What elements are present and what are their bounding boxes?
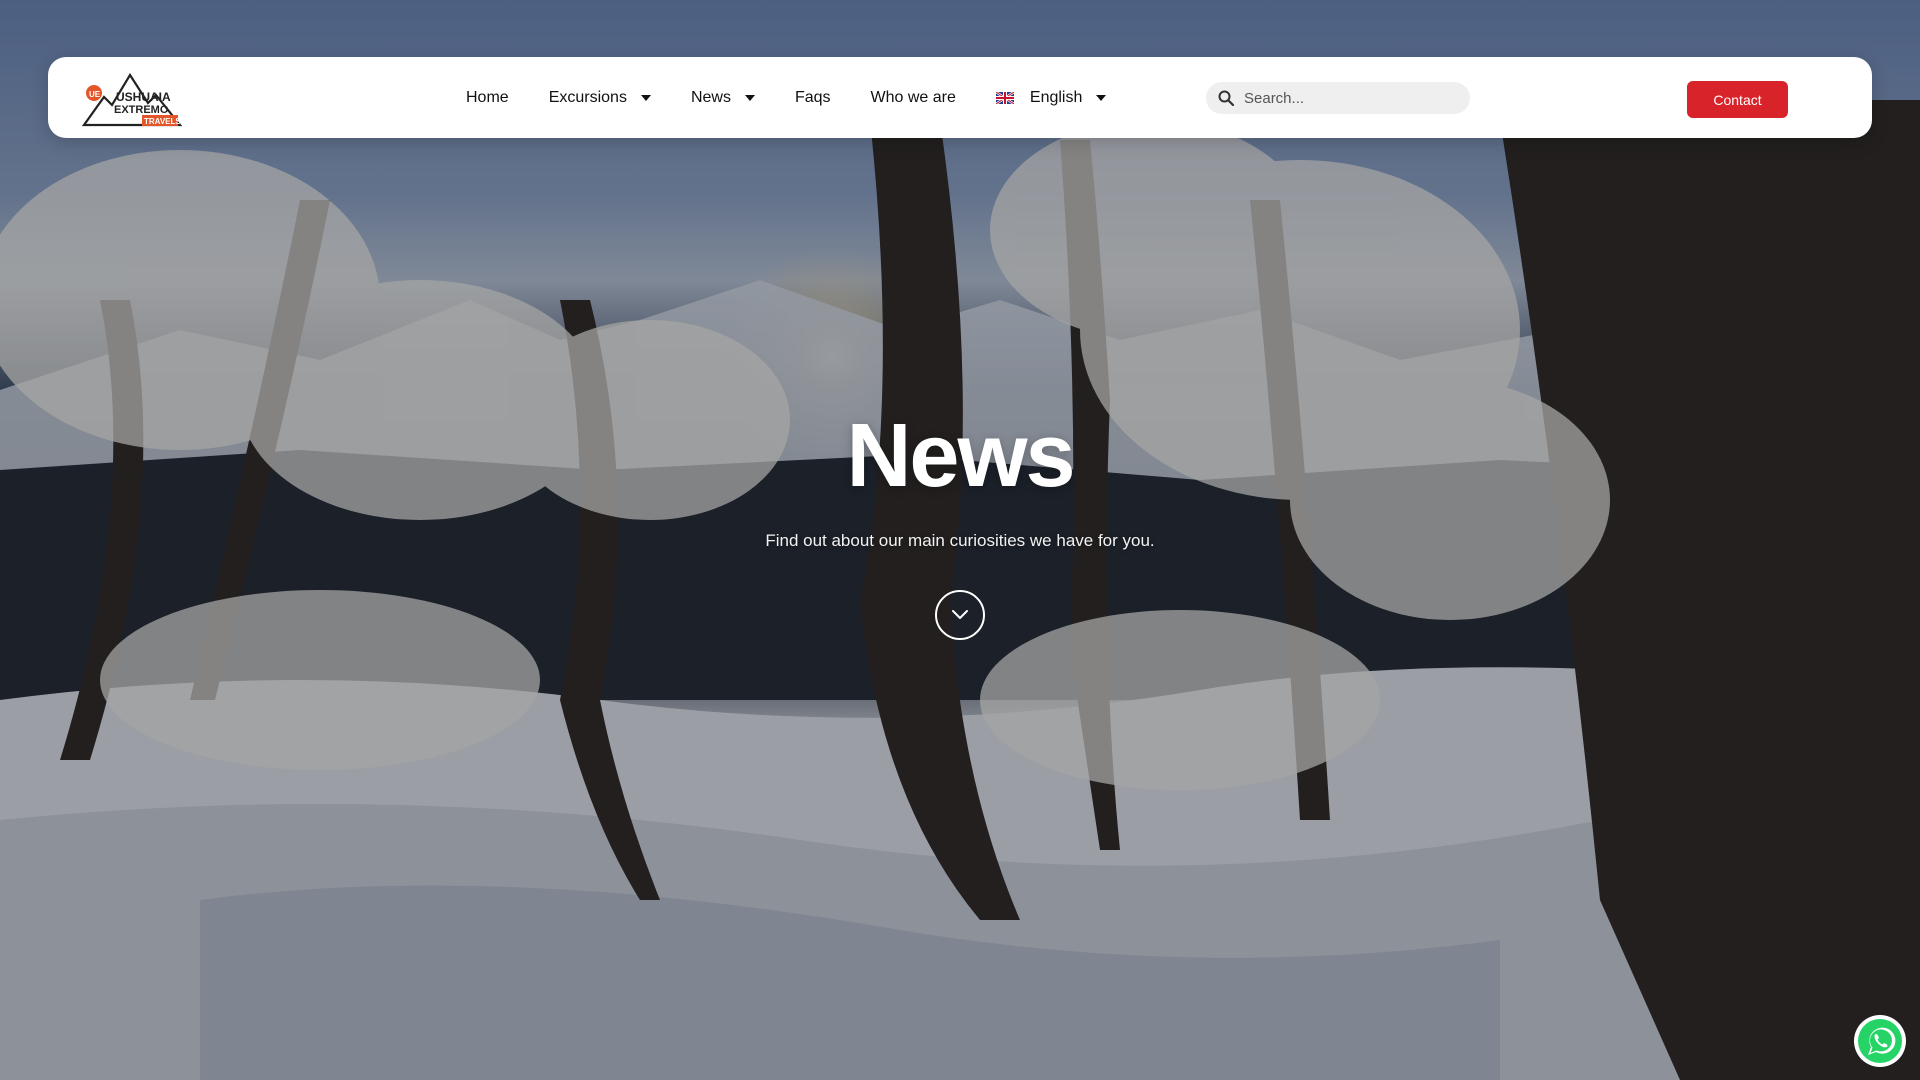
logo-text-1: USHUAIA [116, 90, 171, 104]
nav-home[interactable]: Home [466, 89, 509, 107]
logo-mountain-icon: UE USHUAIA EXTREMO TRAVELS [81, 72, 183, 127]
search-box [1206, 82, 1470, 114]
page-title: News [846, 406, 1075, 506]
whatsapp-button[interactable] [1854, 1015, 1906, 1067]
nav-news[interactable]: News [691, 89, 755, 107]
contact-button[interactable]: Contact [1687, 81, 1788, 118]
nav-faqs[interactable]: Faqs [795, 89, 831, 107]
chevron-down-icon [640, 94, 651, 101]
language-label: English [1029, 88, 1083, 106]
uk-flag-icon [995, 91, 1014, 104]
whatsapp-icon [1858, 1019, 1902, 1063]
nav-excursions[interactable]: Excursions [549, 89, 651, 107]
scroll-down-button[interactable] [935, 590, 985, 640]
logo-text-2: EXTREMO [114, 104, 169, 116]
chevron-down-icon [744, 94, 755, 101]
search-input[interactable] [1244, 89, 1464, 107]
nav-excursions-label: Excursions [548, 88, 627, 106]
language-switcher[interactable]: English [995, 88, 1107, 107]
nav-news-label: News [690, 88, 731, 106]
chevron-down-icon [952, 610, 968, 619]
logo[interactable]: UE USHUAIA EXTREMO TRAVELS [81, 67, 183, 129]
nav-who-we-are-label: Who we are [870, 88, 956, 106]
site-header: UE USHUAIA EXTREMO TRAVELS Home Excursio… [48, 57, 1872, 138]
nav-who-we-are[interactable]: Who we are [871, 89, 956, 107]
logo-badge: UE [89, 90, 101, 99]
chevron-down-icon [1096, 94, 1107, 101]
page-subtitle: Find out about our main curiosities we h… [765, 531, 1155, 550]
search-icon[interactable] [1218, 90, 1234, 106]
nav-faqs-label: Faqs [794, 88, 831, 106]
main-nav: Home Excursions News Faqs Who we are Eng… [466, 57, 1146, 138]
nav-home-label: Home [466, 88, 509, 106]
logo-text-3: TRAVELS [144, 117, 181, 126]
